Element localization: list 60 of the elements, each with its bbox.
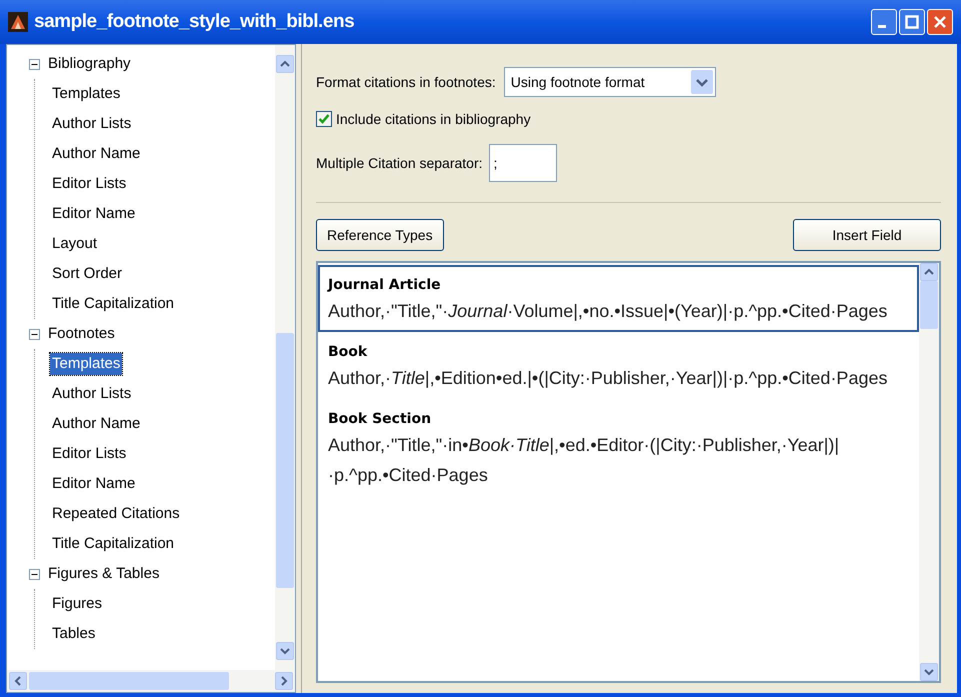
scroll-thumb[interactable] — [276, 333, 294, 588]
tree-item[interactable]: Templates — [50, 352, 122, 376]
scroll-down-button[interactable] — [920, 663, 938, 681]
template-entry[interactable]: Book Author,·Title|,•Edition•ed.|•(|City:·Publisher,·Year|)|·p.^pp.•Cited·Pages — [318, 332, 919, 399]
tree-item[interactable]: Author Name — [50, 142, 142, 166]
tree-item[interactable]: Editor Name — [50, 472, 138, 496]
minimize-icon — [878, 24, 886, 28]
template-text: Author,·Title|,•Edition•ed.|•(|City:·Publisher,·Year|)|·p.^pp.•Cited·Pages — [328, 367, 888, 390]
template-text: Author,·"Title,"·Journal·Volume|,•no.•Issue|•(Year)|·p.^pp.•Cited·Pages — [328, 300, 888, 323]
template-text: Author,·"Title,"·in•Book·Title|,•ed.•Editor·(|City:·Publisher,·Year|)|·p.^pp.•Cited·Pages — [328, 434, 840, 487]
collapse-icon[interactable] — [29, 568, 40, 580]
window-title: sample_footnote_style_with_bibl.ens — [34, 10, 354, 34]
collapse-icon[interactable] — [29, 328, 40, 340]
insert-field-button[interactable]: Insert Field — [793, 219, 941, 251]
tree-item[interactable]: Title Capitalization — [50, 292, 176, 316]
separator-field[interactable]: ; — [488, 144, 557, 182]
tree-item[interactable]: Editor Lists — [50, 442, 128, 466]
scroll-thumb[interactable] — [29, 672, 229, 690]
template-entry[interactable]: Book Section Author,·"Title,"·in•Book·Title|,•ed.•Editor·(|City:·Publisher,·Year|)|·p.^pp.•Cited·Pages — [318, 399, 919, 496]
vertical-scrollbar[interactable] — [919, 263, 939, 681]
scroll-up-button[interactable] — [276, 55, 294, 73]
tree-item[interactable]: Figures — [50, 592, 104, 616]
tree-item[interactable]: Repeated Citations — [50, 502, 182, 526]
tree-item[interactable]: Title Capitalization — [50, 532, 176, 556]
collapse-icon[interactable] — [29, 58, 40, 70]
tree-item[interactable]: Author Name — [50, 412, 142, 436]
template-type: Journal Article — [328, 276, 442, 295]
format-dropdown[interactable]: Using footnote format — [504, 67, 716, 97]
tree-item[interactable]: Layout — [50, 232, 100, 256]
maximize-icon — [905, 15, 919, 29]
scroll-up-button[interactable] — [920, 263, 938, 281]
minimize-button[interactable] — [871, 9, 897, 35]
reference-types-button[interactable]: Reference Types — [316, 219, 444, 251]
tree-item[interactable]: Bibliography — [46, 52, 133, 76]
close-icon — [933, 15, 947, 29]
maximize-button[interactable] — [899, 9, 925, 35]
template-type: Book Section — [328, 410, 432, 429]
separator-label: Multiple Citation separator: — [316, 154, 483, 173]
tree-item[interactable]: Sort Order — [50, 262, 124, 286]
scroll-left-button[interactable] — [9, 672, 27, 690]
tree-item[interactable]: Author Lists — [50, 382, 134, 406]
tree-item[interactable]: Templates — [50, 82, 122, 106]
horizontal-scrollbar[interactable] — [7, 670, 295, 692]
include-checkbox[interactable] — [316, 111, 332, 127]
template-entry[interactable]: Journal Article Author,·"Title,"·Journal·Volume|,•no.•Issue|•(Year)|·p.^pp.•Cited·Pages — [318, 265, 919, 332]
scroll-thumb[interactable] — [920, 281, 938, 329]
close-button[interactable] — [927, 9, 953, 35]
vertical-scrollbar[interactable] — [275, 45, 295, 670]
scroll-down-button[interactable] — [276, 642, 294, 660]
tree-item[interactable]: Footnotes — [46, 322, 117, 346]
template-type: Book — [328, 343, 368, 362]
scroll-right-button[interactable] — [275, 672, 293, 690]
tree-item[interactable]: Figures & Tables — [46, 562, 162, 586]
format-label: Format citations in footnotes: — [316, 72, 496, 92]
tree-item[interactable]: Editor Name — [50, 202, 138, 226]
tree-item[interactable]: Editor Lists — [50, 172, 128, 196]
tree-item[interactable]: Author Lists — [50, 112, 134, 136]
tree-item[interactable]: Tables — [50, 622, 98, 646]
include-label: Include citations in bibliography — [336, 110, 531, 129]
app-icon — [8, 12, 28, 32]
